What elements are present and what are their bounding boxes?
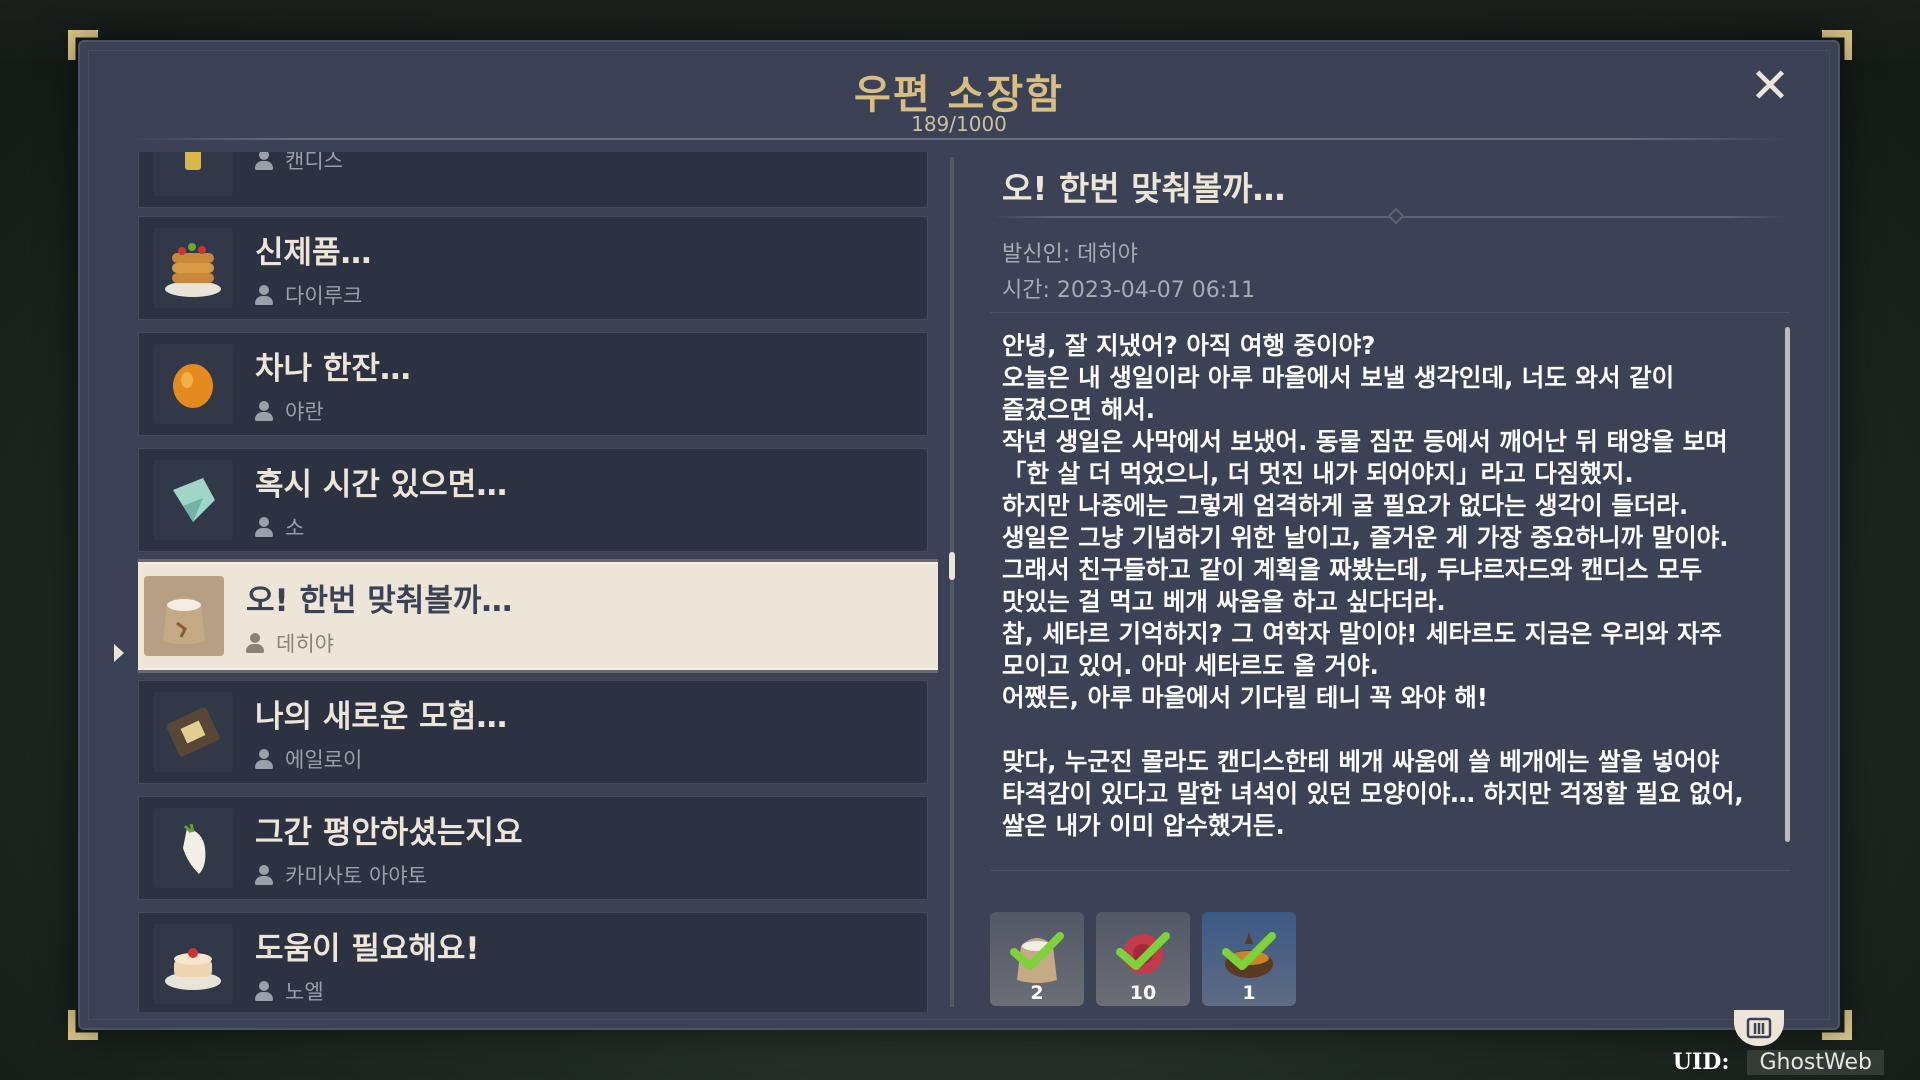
uid-label: UID: bbox=[1672, 1049, 1730, 1075]
mail-body: 안녕, 잘 지냈어? 아직 여행 중이야? 오늘은 내 생일이라 아루 마을에서… bbox=[1002, 331, 1744, 840]
detail-divider bbox=[990, 312, 1790, 313]
mail-subject: 그간 평안하셨는지요 bbox=[255, 814, 523, 851]
delete-read-mail-button[interactable] bbox=[1734, 1010, 1784, 1046]
mail-collection-panel: 우편 소장함 189/1000 ✕ 캔디스 신제품… 다이루크 차나 한잔… 야… bbox=[78, 40, 1840, 1046]
person-icon bbox=[255, 152, 273, 170]
pancake-stack-icon bbox=[153, 228, 233, 308]
attachments: 2 10 1 bbox=[990, 912, 1296, 1006]
mail-sender: 에일로이 bbox=[285, 747, 363, 772]
mail-subject: 나의 새로운 모험… bbox=[255, 698, 508, 735]
mail-subject: 오! 한번 맞춰볼까… bbox=[246, 582, 513, 619]
drink-icon bbox=[153, 152, 233, 196]
detail-subject: 오! 한번 맞춰볼까… bbox=[1002, 169, 1286, 208]
attachment-item[interactable]: 2 bbox=[990, 912, 1084, 1006]
mail-list-item[interactable]: 도움이 필요해요! 노엘 bbox=[138, 912, 928, 1012]
close-button[interactable]: ✕ bbox=[1746, 62, 1794, 110]
person-icon bbox=[255, 400, 273, 421]
rice-sack-icon bbox=[144, 576, 224, 656]
mail-sender: 야란 bbox=[285, 399, 324, 424]
mail-list-item[interactable]: 나의 새로운 모험… 에일로이 bbox=[138, 680, 928, 784]
mail-list-item-selected[interactable]: 오! 한번 맞춰볼까… 데히야 bbox=[138, 562, 938, 670]
mail-subject: 신제품… bbox=[255, 234, 372, 271]
orange-fruit-icon bbox=[153, 344, 233, 424]
attachment-item[interactable]: 10 bbox=[1096, 912, 1190, 1006]
selection-arrow-icon bbox=[114, 644, 124, 662]
mail-sender: 데히야 bbox=[276, 631, 334, 656]
mail-sender: 노엘 bbox=[285, 979, 324, 1004]
attachment-count: 2 bbox=[1030, 982, 1044, 1004]
header-divider bbox=[130, 138, 1788, 140]
mail-subject: 혹시 시간 있으면… bbox=[255, 466, 508, 503]
cake-icon bbox=[153, 924, 233, 1004]
person-icon bbox=[255, 864, 273, 885]
mail-list-item[interactable]: 신제품… 다이루크 bbox=[138, 216, 928, 320]
map-board-icon bbox=[153, 692, 233, 772]
attachment-count: 10 bbox=[1129, 982, 1157, 1004]
attachment-item[interactable]: 1 bbox=[1202, 912, 1296, 1006]
detail-divider bbox=[990, 870, 1790, 871]
mail-list-item[interactable]: 그간 평안하셨는지요 카미사토 아야토 bbox=[138, 796, 928, 900]
person-icon bbox=[255, 980, 273, 1001]
uid-value: GhostWeb bbox=[1747, 1049, 1884, 1075]
diamond-ornament-icon bbox=[1387, 207, 1405, 225]
close-icon: ✕ bbox=[1749, 58, 1791, 114]
scrollbar-thumb[interactable] bbox=[949, 552, 955, 580]
person-icon bbox=[255, 284, 273, 305]
radish-icon bbox=[153, 808, 233, 888]
mail-sender: 카미사토 아야토 bbox=[285, 863, 427, 888]
mail-list-item[interactable]: 혹시 시간 있으면… 소 bbox=[138, 448, 928, 552]
mail-subject: 도움이 필요해요! bbox=[255, 930, 480, 967]
detail-divider bbox=[990, 207, 1790, 225]
attachment-count: 1 bbox=[1242, 982, 1256, 1004]
mail-list-item[interactable]: 차나 한잔… 야란 bbox=[138, 332, 928, 436]
mail-counter: 189/1000 bbox=[911, 112, 1007, 136]
detail-sender: 발신인: 데히야 bbox=[1002, 242, 1138, 267]
mail-sender: 다이루크 bbox=[285, 283, 363, 308]
check-icon bbox=[1116, 932, 1170, 970]
detail-time: 시간: 2023-04-07 06:11 bbox=[1002, 278, 1256, 303]
mail-sender: 캔디스 bbox=[285, 152, 343, 173]
body-scrollbar[interactable] bbox=[1785, 327, 1790, 842]
person-icon bbox=[255, 748, 273, 769]
uid-display: UID: GhostWeb bbox=[1673, 1048, 1884, 1076]
trash-icon bbox=[1746, 1017, 1772, 1039]
person-icon bbox=[246, 632, 264, 653]
check-icon bbox=[1222, 932, 1276, 970]
mail-list-item[interactable]: 캔디스 bbox=[138, 152, 928, 208]
mail-list[interactable]: 캔디스 신제품… 다이루크 차나 한잔… 야란 혹시 시간 있으면… 소 오! … bbox=[138, 152, 938, 1012]
mail-list-scrollbar[interactable] bbox=[949, 157, 955, 1007]
mail-sender: 소 bbox=[285, 515, 305, 540]
crystal-icon bbox=[153, 460, 233, 540]
mail-subject: 차나 한잔… bbox=[255, 350, 411, 387]
mail-detail: 오! 한번 맞춰볼까… 발신인: 데히야 시간: 2023-04-07 06:1… bbox=[990, 152, 1790, 1046]
person-icon bbox=[255, 516, 273, 537]
check-icon bbox=[1010, 932, 1064, 970]
